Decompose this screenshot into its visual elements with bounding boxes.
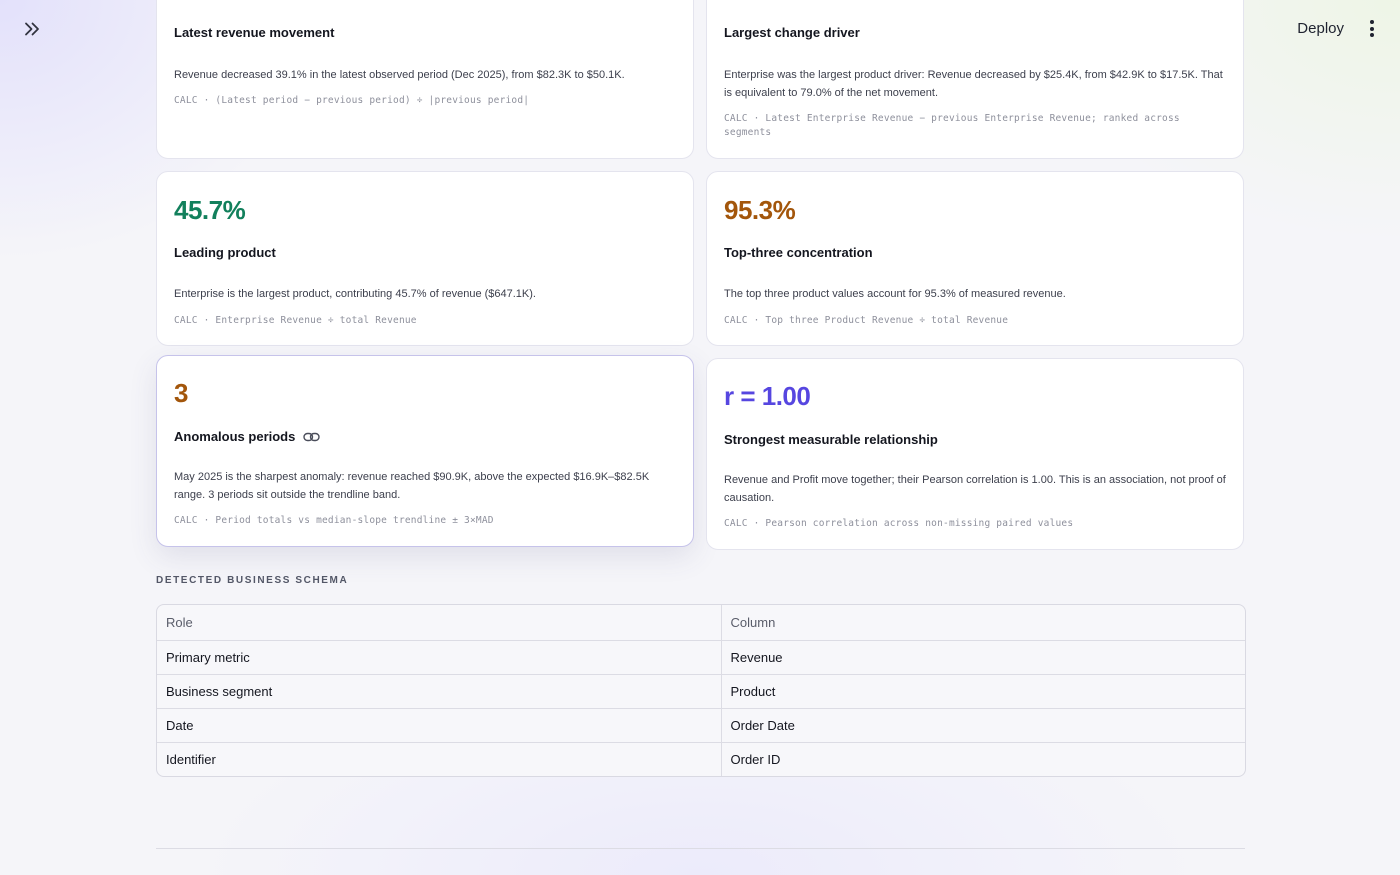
table-row: Identifier Order ID bbox=[157, 742, 1245, 776]
business-schema-table: Role Column Primary metric Revenue Busin… bbox=[156, 604, 1246, 777]
insight-card-top-three-concentration: 95.3% Top-three concentration The top th… bbox=[706, 171, 1244, 346]
table-cell-role[interactable]: Date bbox=[157, 708, 722, 743]
table-cell-column[interactable]: Product bbox=[721, 674, 1245, 709]
column-header-role[interactable]: Role bbox=[157, 605, 722, 641]
insight-card-strongest-relationship: r = 1.00 Strongest measurable relationsh… bbox=[706, 358, 1244, 550]
card-metric-value: r = 1.00 bbox=[724, 381, 811, 411]
kebab-menu-icon[interactable] bbox=[1366, 18, 1378, 39]
card-description: May 2025 is the sharpest anomaly: revenu… bbox=[174, 471, 650, 501]
card-description: The top three product values account for… bbox=[724, 288, 1066, 300]
table-row: Business segment Product bbox=[157, 674, 1245, 709]
card-calc-formula: CALC · (Latest period − previous period)… bbox=[174, 95, 530, 106]
card-description: Revenue decreased 39.1% in the latest ob… bbox=[174, 69, 625, 81]
chevrons-right-icon bbox=[25, 22, 39, 36]
card-metric-value: 45.7% bbox=[174, 195, 246, 225]
card-title: Largest change driver bbox=[724, 25, 860, 40]
card-description: Enterprise was the largest product drive… bbox=[724, 69, 1223, 99]
table-cell-column[interactable]: Revenue bbox=[721, 640, 1245, 675]
expand-sidebar-button[interactable] bbox=[22, 20, 42, 38]
deploy-button[interactable]: Deploy bbox=[1297, 20, 1344, 37]
card-calc-formula: CALC · Latest Enterprise Revenue − previ… bbox=[724, 113, 1180, 138]
card-calc-formula: CALC · Period totals vs median-slope tre… bbox=[174, 515, 494, 526]
card-title: Top-three concentration bbox=[724, 245, 873, 260]
table-cell-role[interactable]: Primary metric bbox=[157, 640, 722, 675]
insight-card-largest-change-driver: Largest change driver Enterprise was the… bbox=[706, 0, 1244, 159]
card-metric-value: 95.3% bbox=[724, 195, 796, 225]
card-calc-formula: CALC · Enterprise Revenue ÷ total Revenu… bbox=[174, 315, 417, 326]
card-calc-formula: CALC · Pearson correlation across non-mi… bbox=[724, 518, 1074, 529]
insight-card-latest-revenue-movement: Latest revenue movement Revenue decrease… bbox=[156, 0, 694, 159]
insight-card-leading-product: 45.7% Leading product Enterprise is the … bbox=[156, 171, 694, 346]
insight-card-anomalous-periods[interactable]: 3 Anomalous periods May 2025 is the shar… bbox=[156, 355, 694, 547]
footer-divider bbox=[156, 848, 1245, 849]
card-calc-formula: CALC · Top three Product Revenue ÷ total… bbox=[724, 315, 1009, 326]
card-title: Strongest measurable relationship bbox=[724, 432, 938, 447]
card-description: Enterprise is the largest product, contr… bbox=[174, 288, 536, 300]
card-title: Anomalous periods bbox=[174, 429, 296, 444]
table-cell-role[interactable]: Business segment bbox=[157, 674, 722, 709]
card-metric-value: 3 bbox=[174, 378, 188, 408]
table-row: Date Order Date bbox=[157, 708, 1245, 743]
link-icon[interactable] bbox=[303, 431, 321, 443]
table-cell-column[interactable]: Order Date bbox=[721, 708, 1245, 743]
top-toolbar: Deploy bbox=[1297, 18, 1378, 39]
card-description: Revenue and Profit move together; their … bbox=[724, 474, 1226, 504]
card-title: Leading product bbox=[174, 245, 276, 260]
table-cell-role[interactable]: Identifier bbox=[157, 742, 722, 776]
card-title: Latest revenue movement bbox=[174, 25, 335, 40]
table-row: Primary metric Revenue bbox=[157, 640, 1245, 675]
table-header-row: Role Column bbox=[157, 605, 1245, 641]
card-title-row: Anomalous periods bbox=[174, 429, 321, 444]
table-cell-column[interactable]: Order ID bbox=[721, 742, 1245, 776]
column-header-column[interactable]: Column bbox=[721, 605, 1245, 641]
schema-section-title: DETECTED BUSINESS SCHEMA bbox=[156, 575, 349, 586]
